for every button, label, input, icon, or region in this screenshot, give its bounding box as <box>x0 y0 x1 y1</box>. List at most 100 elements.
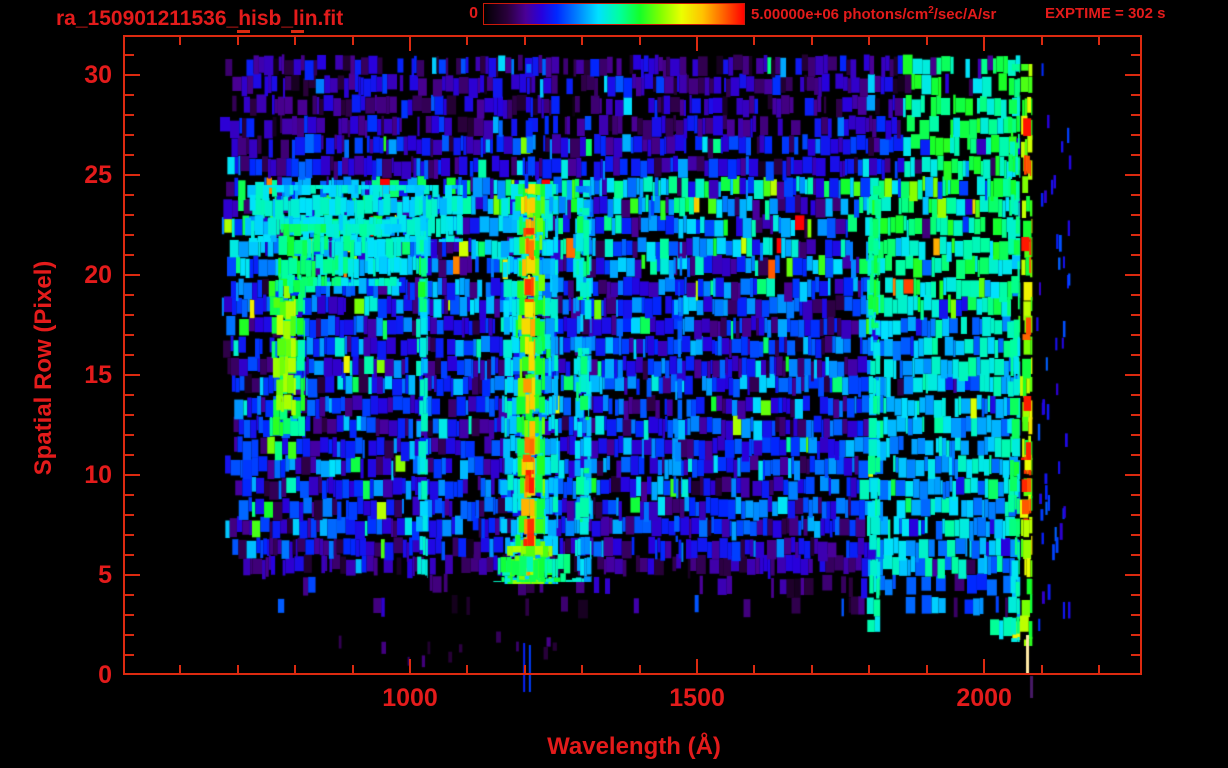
file-title: ra_150901211536_hisb_lin.fit <box>56 7 344 30</box>
axis-tick <box>466 37 468 45</box>
y-tick-label: 0 <box>98 661 112 689</box>
axis-tick <box>524 665 526 673</box>
axis-tick <box>1131 414 1140 416</box>
x-tick-label: 1500 <box>669 684 725 712</box>
axis-tick <box>179 665 181 673</box>
axis-tick <box>1125 474 1140 476</box>
axis-tick <box>696 37 698 51</box>
axis-tick <box>1131 334 1140 336</box>
axis-tick <box>125 634 134 636</box>
axis-tick <box>125 614 134 616</box>
axis-tick <box>125 414 134 416</box>
axis-tick <box>125 114 134 116</box>
axis-tick <box>125 494 134 496</box>
axis-tick <box>1131 654 1140 656</box>
axis-tick <box>125 514 134 516</box>
y-tick-label: 5 <box>98 561 112 589</box>
axis-tick <box>125 394 134 396</box>
colorbar-max-prefix: 5.00000e+06 photons/cm <box>751 6 929 23</box>
axis-tick <box>1131 134 1140 136</box>
axis-tick <box>125 214 134 216</box>
axis-tick <box>1125 274 1140 276</box>
axis-tick <box>811 665 813 673</box>
axis-tick <box>1125 174 1140 176</box>
axis-tick <box>125 294 134 296</box>
axis-tick <box>294 665 296 673</box>
axis-tick <box>868 37 870 45</box>
axis-tick <box>125 574 140 576</box>
axis-tick <box>125 434 134 436</box>
x-tick-label: 2000 <box>956 684 1012 712</box>
axis-tick <box>868 665 870 673</box>
exptime-label: EXPTIME = 302 s <box>1045 5 1166 22</box>
axis-tick <box>1098 37 1100 45</box>
axis-tick <box>237 665 239 673</box>
axis-tick <box>1125 74 1140 76</box>
axis-tick <box>1131 234 1140 236</box>
axis-tick <box>753 37 755 45</box>
axis-tick <box>926 665 928 673</box>
spectral-heatmap-canvas <box>123 35 1142 699</box>
axis-tick <box>811 37 813 45</box>
axis-tick <box>1131 434 1140 436</box>
y-tick-label: 20 <box>84 261 112 289</box>
axis-tick <box>696 659 698 673</box>
axis-tick <box>1131 214 1140 216</box>
axis-tick <box>1131 294 1140 296</box>
axis-tick <box>1131 54 1140 56</box>
axis-tick <box>1131 94 1140 96</box>
axis-tick <box>1131 634 1140 636</box>
axis-tick <box>1131 114 1140 116</box>
axis-tick <box>1131 354 1140 356</box>
axis-tick <box>125 54 134 56</box>
axis-tick <box>1125 574 1140 576</box>
axis-tick <box>125 274 140 276</box>
plot-artifact-dash <box>291 30 304 33</box>
axis-tick <box>581 37 583 45</box>
x-axis-title: Wavelength (Å) <box>547 733 721 760</box>
axis-tick <box>1125 374 1140 376</box>
axis-tick <box>1131 154 1140 156</box>
colorbar <box>483 3 745 25</box>
axis-tick <box>983 37 985 51</box>
axis-tick <box>125 134 134 136</box>
axis-tick <box>125 194 134 196</box>
axis-tick <box>1131 194 1140 196</box>
axis-tick <box>1131 454 1140 456</box>
axis-tick <box>125 354 134 356</box>
axis-tick <box>125 174 140 176</box>
axis-tick <box>1131 254 1140 256</box>
axis-tick <box>926 37 928 45</box>
y-tick-label: 30 <box>84 61 112 89</box>
axis-tick <box>125 234 134 236</box>
x-tick-label: 1000 <box>382 684 438 712</box>
y-tick-label: 15 <box>84 361 112 389</box>
axis-tick <box>409 659 411 673</box>
axis-tick <box>125 374 140 376</box>
axis-tick <box>125 254 134 256</box>
axis-tick <box>125 74 140 76</box>
axis-tick <box>639 37 641 45</box>
axis-tick <box>1131 614 1140 616</box>
quicklook-spectral-viewer: ra_150901211536_hisb_lin.fit 0 5.00000e+… <box>0 0 1228 768</box>
axis-tick <box>125 334 134 336</box>
axis-tick <box>352 37 354 45</box>
axis-tick <box>125 474 140 476</box>
axis-tick <box>1098 665 1100 673</box>
axis-tick <box>125 654 134 656</box>
axis-tick <box>1131 594 1140 596</box>
axis-tick <box>125 594 134 596</box>
axis-tick <box>466 665 468 673</box>
y-tick-label: 25 <box>84 161 112 189</box>
axis-tick <box>983 659 985 673</box>
y-tick-label: 10 <box>84 461 112 489</box>
axis-tick <box>1131 394 1140 396</box>
axis-tick <box>352 665 354 673</box>
axis-tick <box>125 154 134 156</box>
axis-tick <box>125 554 134 556</box>
axis-tick <box>1131 534 1140 536</box>
axis-tick <box>581 665 583 673</box>
axis-tick <box>125 534 134 536</box>
axis-tick <box>1041 37 1043 45</box>
axis-tick <box>639 665 641 673</box>
